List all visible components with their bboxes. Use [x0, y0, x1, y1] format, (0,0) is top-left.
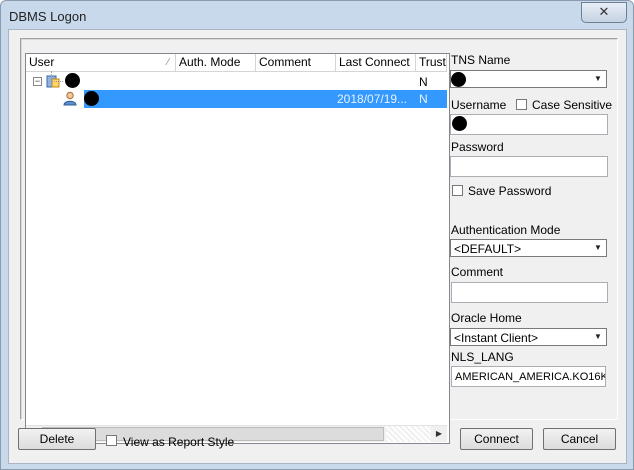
case-sensitive-checkbox[interactable]: [516, 99, 527, 110]
title-bar[interactable]: DBMS Logon ✕: [1, 1, 633, 31]
nls-lang-field[interactable]: AMERICAN_AMERICA.KO16KSC5601: [451, 366, 606, 387]
auth-mode-value: <DEFAULT>: [454, 242, 522, 256]
redacted-mark: [452, 116, 467, 131]
auth-mode-combo[interactable]: <DEFAULT> ▼: [450, 239, 607, 257]
tree-row-database[interactable]: − N: [26, 73, 447, 90]
username-field[interactable]: [450, 114, 608, 135]
tns-name-label: TNS Name: [451, 53, 511, 67]
tns-name-combo[interactable]: ▼: [450, 70, 607, 88]
redacted-mark: [451, 72, 466, 87]
tree-row-user[interactable]: 2018/07/19... N: [26, 90, 447, 108]
view-report-style-checkbox[interactable]: [106, 435, 117, 446]
column-header-last-connect[interactable]: Last Connect: [336, 54, 416, 72]
connect-button[interactable]: Connect: [460, 428, 533, 450]
window-title: DBMS Logon: [9, 9, 87, 24]
auth-mode-label: Authentication Mode: [451, 223, 561, 237]
column-header-trust[interactable]: Trust: [416, 54, 447, 72]
password-field[interactable]: [450, 156, 608, 177]
last-connect-cell: 2018/07/19...: [337, 92, 408, 106]
dropdown-arrow-icon[interactable]: ▼: [591, 330, 605, 344]
dbms-logon-window: DBMS Logon ✕ User ⁄ Auth. Mode Comment L…: [0, 0, 634, 470]
tree-connector: [51, 71, 52, 81]
comment-label: Comment: [451, 265, 504, 279]
collapse-icon[interactable]: −: [33, 77, 42, 86]
nls-lang-label: NLS_LANG: [451, 350, 514, 364]
comment-field[interactable]: [451, 282, 608, 303]
column-header-auth-mode[interactable]: Auth. Mode: [176, 54, 256, 72]
trust-cell: N: [419, 92, 428, 106]
dropdown-arrow-icon[interactable]: ▼: [591, 72, 605, 86]
view-report-style-label: View as Report Style: [123, 435, 235, 449]
sort-indicator-icon: ⁄: [167, 57, 169, 68]
user-icon: [63, 91, 77, 106]
username-label: Username: [451, 98, 507, 112]
password-label: Password: [451, 140, 504, 154]
cancel-button[interactable]: Cancel: [543, 428, 616, 450]
close-button[interactable]: ✕: [581, 2, 627, 23]
column-header-comment[interactable]: Comment: [256, 54, 336, 72]
delete-button[interactable]: Delete: [18, 428, 96, 450]
dropdown-arrow-icon[interactable]: ▼: [591, 241, 605, 255]
column-header-user-label: User: [29, 55, 55, 69]
dialog-client-area: User ⁄ Auth. Mode Comment Last Connect T…: [8, 29, 627, 464]
close-icon: ✕: [598, 4, 610, 19]
redacted-mark: [84, 91, 99, 106]
connection-list[interactable]: User ⁄ Auth. Mode Comment Last Connect T…: [25, 53, 450, 444]
trust-cell: N: [419, 75, 428, 89]
nls-lang-value: AMERICAN_AMERICA.KO16KSC5601: [455, 371, 605, 383]
oracle-home-label: Oracle Home: [451, 311, 522, 325]
oracle-home-combo[interactable]: <Instant Client> ▼: [450, 328, 607, 346]
tree-connector: [51, 81, 63, 82]
scroll-right-icon[interactable]: ▶: [431, 426, 447, 442]
save-password-checkbox[interactable]: [452, 185, 463, 196]
column-header-user[interactable]: User ⁄: [26, 54, 176, 72]
save-password-label: Save Password: [468, 184, 552, 198]
redacted-mark: [65, 73, 80, 88]
oracle-home-value: <Instant Client>: [454, 331, 539, 345]
case-sensitive-label: Case Sensitive: [532, 98, 613, 112]
scrollbar-track[interactable]: [386, 426, 431, 442]
